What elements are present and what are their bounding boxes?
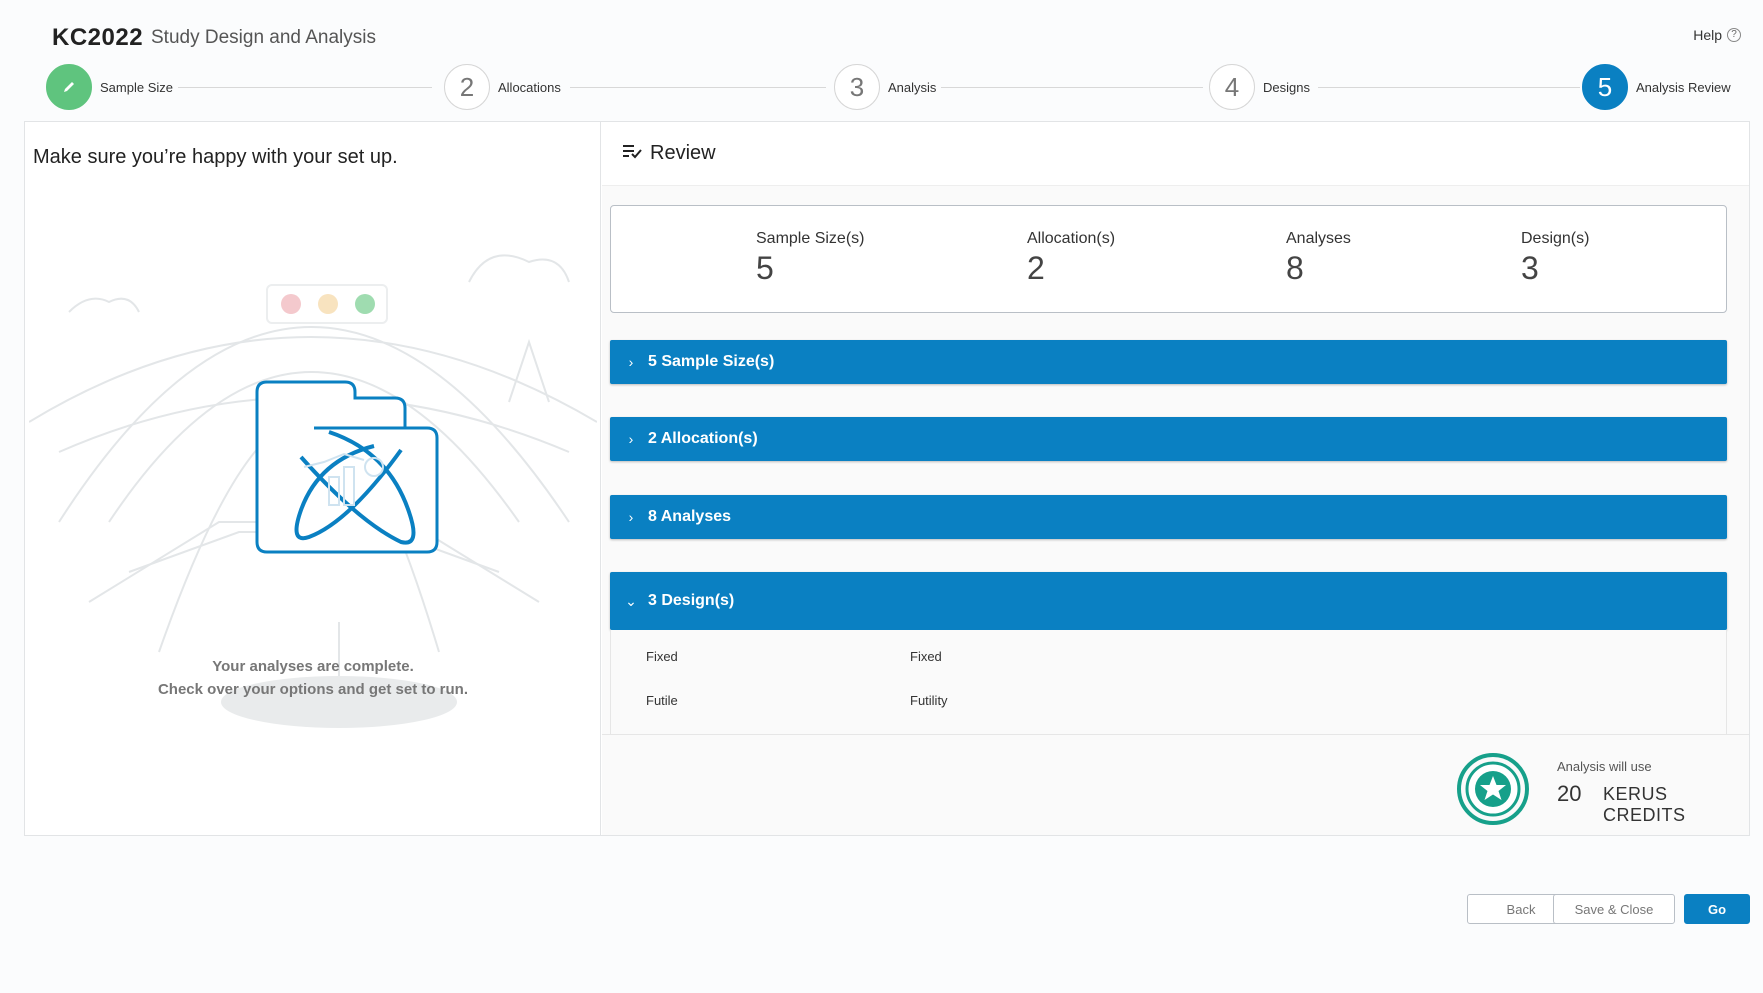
summary-label: Analyses <box>1286 230 1351 247</box>
step-label: Analysis <box>888 79 937 95</box>
step-label: Sample Size <box>100 79 173 95</box>
step-number: 3 <box>834 64 880 110</box>
design-row: Fixed Fixed <box>646 649 942 664</box>
help-icon: ? <box>1727 28 1741 42</box>
chevron-right-icon: › <box>628 431 634 447</box>
step-designs[interactable]: 4 Designs <box>1209 64 1310 110</box>
completion-message: Your analyses are complete. Check over y… <box>25 655 601 701</box>
design-value: Fixed <box>910 649 942 664</box>
step-sample-size[interactable]: Sample Size <box>46 64 173 110</box>
step-connector <box>570 87 826 88</box>
step-number: 5 <box>1582 64 1628 110</box>
design-value: Futility <box>910 693 948 708</box>
summary-allocations: Allocation(s) 2 <box>1027 230 1115 287</box>
designs-list: Fixed Fixed Futile Futility <box>610 630 1727 734</box>
step-label: Analysis Review <box>1636 79 1731 95</box>
accordion-label: 3 Design(s) <box>648 592 735 609</box>
star-badge-icon <box>1457 753 1529 825</box>
completion-line-2: Check over your options and get set to r… <box>157 681 469 698</box>
step-label: Designs <box>1263 79 1310 95</box>
progress-stepper: Sample Size 2 Allocations 3 Analysis 4 D… <box>0 64 1763 112</box>
step-number: 2 <box>444 64 490 110</box>
checklist-icon <box>622 142 642 165</box>
review-panel: Review Sample Size(s) 5 Allocation(s) 2 … <box>602 122 1749 835</box>
step-analysis-review[interactable]: 5 Analysis Review <box>1582 64 1731 110</box>
credits-bar: Analysis will use 20 KERUS CREDITS <box>602 734 1749 835</box>
brand-logo-text: KC2022 <box>52 24 144 51</box>
accordion-analyses[interactable]: › 8 Analyses <box>610 495 1727 539</box>
accordion-label: 8 Analyses <box>648 508 732 525</box>
summary-value: 3 <box>1521 250 1539 286</box>
step-connector <box>178 87 432 88</box>
accordion-allocations[interactable]: › 2 Allocation(s) <box>610 417 1727 461</box>
step-connector <box>941 87 1203 88</box>
summary-box: Sample Size(s) 5 Allocation(s) 2 Analyse… <box>610 205 1727 313</box>
design-name: Futile <box>646 693 678 708</box>
summary-label: Design(s) <box>1521 230 1590 247</box>
left-panel: Make sure you’re happy with your set up. <box>25 122 601 835</box>
step-number: 4 <box>1209 64 1255 110</box>
design-name: Fixed <box>646 649 678 664</box>
chevron-right-icon: › <box>628 509 634 525</box>
go-button[interactable]: Go <box>1684 894 1750 924</box>
chevron-right-icon: › <box>628 354 634 370</box>
summary-label: Sample Size(s) <box>756 230 865 247</box>
pencil-icon <box>46 64 92 110</box>
help-label: Help <box>1693 27 1722 43</box>
review-header: Review <box>602 122 1749 186</box>
step-label: Allocations <box>498 79 561 95</box>
accordion-designs[interactable]: ⌄ 3 Design(s) <box>610 572 1727 630</box>
step-connector <box>1318 87 1580 88</box>
credits-label: Analysis will use <box>1557 759 1652 774</box>
review-title: Review <box>650 142 716 164</box>
page-subtitle: Study Design and Analysis <box>151 27 376 48</box>
accordion-label: 2 Allocation(s) <box>648 430 758 447</box>
save-close-button[interactable]: Save & Close <box>1553 894 1675 924</box>
summary-designs: Design(s) 3 <box>1521 230 1589 287</box>
accordion-label: 5 Sample Size(s) <box>648 353 775 370</box>
help-link[interactable]: Help ? <box>1693 27 1741 43</box>
main-card: Make sure you’re happy with your set up. <box>24 121 1750 836</box>
chevron-down-icon: ⌄ <box>625 592 637 609</box>
left-panel-title: Make sure you’re happy with your set up. <box>33 146 398 168</box>
summary-sample-sizes: Sample Size(s) 5 <box>756 230 864 287</box>
summary-value: 5 <box>756 250 774 286</box>
credits-unit: KERUS CREDITS <box>1603 784 1686 825</box>
summary-label: Allocation(s) <box>1027 230 1116 247</box>
summary-analyses: Analyses 8 <box>1286 230 1351 287</box>
summary-value: 2 <box>1027 250 1045 286</box>
credits-value: 20 <box>1557 781 1582 806</box>
accordion-sample-sizes[interactable]: › 5 Sample Size(s) <box>610 340 1727 384</box>
summary-value: 8 <box>1286 250 1304 286</box>
step-allocations[interactable]: 2 Allocations <box>444 64 561 110</box>
step-analysis[interactable]: 3 Analysis <box>834 64 936 110</box>
completion-line-1: Your analyses are complete. <box>212 658 414 675</box>
design-row: Futile Futility <box>646 693 948 708</box>
app-header: KC2022 Study Design and Analysis Help ? <box>0 0 1763 70</box>
